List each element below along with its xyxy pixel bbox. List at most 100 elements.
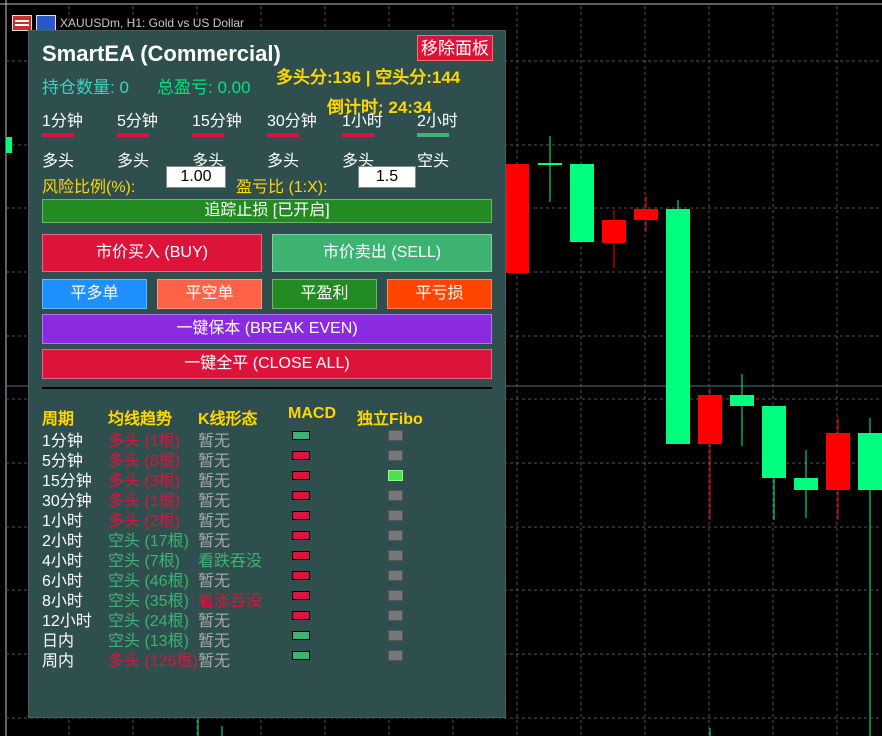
- row-fibo-toggle[interactable]: [388, 630, 403, 641]
- candle-body: [730, 395, 754, 406]
- row-fibo-toggle[interactable]: [388, 450, 403, 461]
- row-macd-indicator: [292, 451, 310, 460]
- timeframe-trend-bar: [117, 133, 149, 137]
- row-fibo-toggle[interactable]: [388, 650, 403, 661]
- row-macd-indicator: [292, 651, 310, 660]
- row-pattern: 暂无: [198, 653, 231, 670]
- timeframe-label: 2小时: [417, 113, 458, 130]
- panel-divider: [42, 387, 492, 389]
- row-macd-indicator: [292, 591, 310, 600]
- table-row: 周内 多头 (126根) 暂无: [42, 647, 502, 670]
- row-macd-indicator: [292, 431, 310, 440]
- table-header-trend: 均线趋势: [108, 411, 173, 428]
- table-row: 30分钟 多头 (1根) 暂无: [42, 487, 502, 510]
- timeframe-state: 空头: [417, 153, 450, 170]
- score-display: 多头分:136 | 空头分:144: [276, 68, 461, 87]
- row-fibo-toggle[interactable]: [388, 490, 403, 501]
- row-fibo-toggle[interactable]: [388, 570, 403, 581]
- trailing-stop-button[interactable]: 追踪止损 [已开启]: [42, 199, 492, 223]
- candle-body: [602, 220, 626, 243]
- candle-body: [570, 164, 594, 242]
- table-row: 日内 空头 (13根) 暂无: [42, 627, 502, 650]
- sell-button[interactable]: 市价卖出 (SELL): [272, 234, 492, 272]
- row-fibo-toggle[interactable]: [388, 530, 403, 541]
- candle-body: [6, 137, 12, 153]
- reward-ratio-input[interactable]: 1.5: [358, 166, 416, 188]
- table-row: 12小时 空头 (24根) 暂无: [42, 607, 502, 630]
- row-macd-indicator: [292, 611, 310, 620]
- timeframe-trend-bar: [42, 133, 74, 137]
- timeframe-item: 15分钟 多头: [192, 107, 262, 171]
- row-fibo-toggle[interactable]: [388, 430, 403, 441]
- table-row: 8小时 空头 (35根) 看涨吞没: [42, 587, 502, 610]
- close-short-button[interactable]: 平空单: [157, 279, 262, 309]
- table-row: 1小时 多头 (2根) 暂无: [42, 507, 502, 530]
- row-fibo-toggle[interactable]: [388, 550, 403, 561]
- candle-body: [634, 209, 658, 220]
- table-row: 5分钟 多头 (8根) 暂无: [42, 447, 502, 470]
- table-row: 6小时 空头 (46根) 暂无: [42, 567, 502, 590]
- risk-ratio-input[interactable]: 1.00: [166, 166, 226, 188]
- row-macd-indicator: [292, 571, 310, 580]
- timeframe-state: 多头: [267, 153, 300, 170]
- candle-body: [698, 395, 722, 444]
- chart-menu-icon[interactable]: [12, 15, 32, 31]
- table-row: 1分钟 多头 (1根) 暂无: [42, 427, 502, 450]
- candle-body: [538, 163, 562, 165]
- timeframe-trend-bar: [192, 133, 224, 137]
- breakeven-button[interactable]: 一键保本 (BREAK EVEN): [42, 314, 492, 344]
- table-header-fibo: 独立Fibo: [357, 411, 423, 428]
- timeframe-trend-bar: [417, 133, 449, 137]
- row-fibo-toggle[interactable]: [388, 510, 403, 521]
- table-header-period: 周期: [42, 411, 75, 428]
- row-macd-indicator: [292, 491, 310, 500]
- smartea-panel: SmartEA (Commercial) 移除面板 多头分:136 | 空头分:…: [28, 30, 506, 718]
- remove-panel-button[interactable]: 移除面板: [417, 35, 493, 61]
- timeframe-trend-bar: [342, 133, 374, 137]
- table-row: 2小时 空头 (17根) 暂无: [42, 527, 502, 550]
- row-macd-indicator: [292, 471, 310, 480]
- timeframe-item: 2小时空头: [417, 107, 487, 171]
- row-macd-indicator: [292, 551, 310, 560]
- total-pnl: 总盈亏: 0.00: [157, 78, 251, 97]
- timeframe-item: 1小时 多头: [342, 107, 412, 171]
- row-fibo-toggle[interactable]: [388, 470, 403, 481]
- row-macd-indicator: [292, 631, 310, 640]
- chart-title: XAUUSDm, H1: Gold vs US Dollar: [60, 16, 245, 30]
- row-macd-indicator: [292, 531, 310, 540]
- candle-body: [666, 209, 690, 444]
- close-all-button[interactable]: 一键全平 (CLOSE ALL): [42, 349, 492, 379]
- close-profit-button[interactable]: 平盈利: [272, 279, 377, 309]
- buy-button[interactable]: 市价买入 (BUY): [42, 234, 262, 272]
- candle-body: [858, 433, 882, 490]
- close-loss-button[interactable]: 平亏损: [387, 279, 492, 309]
- timeframe-label: 1分钟: [42, 113, 83, 130]
- risk-ratio-label: 风险比例(%):: [42, 179, 136, 196]
- timeframe-trend-bar: [267, 133, 299, 137]
- candle-body: [762, 406, 786, 478]
- close-long-button[interactable]: 平多单: [42, 279, 147, 309]
- chart-window-icon[interactable]: [36, 15, 56, 31]
- row-trend: 多头 (126根): [108, 653, 198, 670]
- timeframe-item: 1分钟多头: [42, 107, 112, 171]
- timeframe-item: 5分钟 多头: [117, 107, 187, 171]
- table-row: 4小时 空头 (7根) 看跌吞没: [42, 547, 502, 570]
- row-fibo-toggle[interactable]: [388, 610, 403, 621]
- reward-ratio-label: 盈亏比 (1:X):: [236, 179, 328, 196]
- timeframe-label: 1小时: [342, 113, 383, 130]
- row-macd-indicator: [292, 511, 310, 520]
- table-header-macd: MACD: [288, 405, 336, 422]
- panel-title: SmartEA (Commercial): [42, 41, 281, 66]
- row-period: 周内: [42, 653, 75, 670]
- candle-body: [794, 478, 818, 490]
- table-row: 15分钟 多头 (3根) 暂无: [42, 467, 502, 490]
- timeframe-label: 5分钟: [117, 113, 158, 130]
- timeframe-label: 30分钟: [267, 113, 317, 130]
- position-count: 持仓数量: 0: [42, 78, 129, 97]
- timeframe-state: 多头: [42, 153, 75, 170]
- table-header-pattern: K线形态: [198, 411, 258, 428]
- timeframe-label: 15分钟: [192, 113, 242, 130]
- candle-body: [826, 433, 850, 490]
- row-fibo-toggle[interactable]: [388, 590, 403, 601]
- candle-body: [505, 164, 529, 273]
